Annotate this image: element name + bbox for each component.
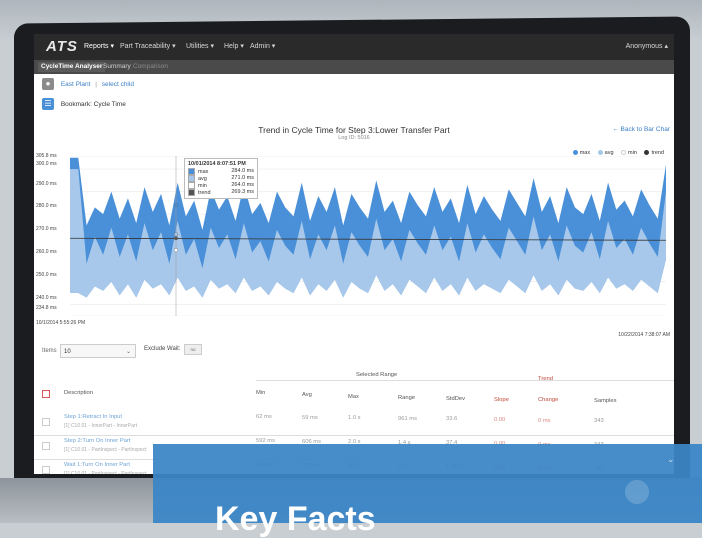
row-sub-description: [1] C10.01 - PartInspect - PartInspect bbox=[64, 471, 147, 474]
tooltip-time: 10/01/2014 8:07:51 PM bbox=[188, 161, 246, 167]
user-icon: ● bbox=[42, 78, 54, 91]
key-facts-title: Key Facts bbox=[215, 500, 376, 538]
header-divider bbox=[256, 380, 674, 381]
header-samples[interactable]: Samples bbox=[594, 398, 617, 404]
select-all-checkbox[interactable] bbox=[42, 390, 50, 398]
user-menu[interactable]: Anonymous ▴ bbox=[626, 42, 668, 50]
cell-std: 33.6 bbox=[446, 416, 458, 423]
header-min[interactable]: Min bbox=[256, 390, 265, 396]
app-screen: ATS Reports ▾ Part Traceability ▾ Utilit… bbox=[34, 34, 674, 474]
header-stddev[interactable]: StdDev bbox=[446, 396, 465, 402]
breadcrumb-plant[interactable]: East Plant bbox=[61, 81, 91, 88]
tab-summary[interactable]: Summary bbox=[100, 62, 134, 72]
breadcrumb-select-child[interactable]: select child bbox=[102, 81, 134, 88]
row-sub-description: [1] C10.01 - InnerPart - InnerPart bbox=[64, 423, 138, 429]
hover-point-avg bbox=[173, 232, 178, 237]
items-label: Items bbox=[42, 348, 57, 354]
tooltip-series-value: 271.0 ms bbox=[231, 175, 254, 181]
tooltip-series-value: 264.0 ms bbox=[231, 182, 254, 188]
header-slope[interactable]: Slope bbox=[494, 397, 509, 403]
tooltip-series-value: 269.3 ms bbox=[231, 189, 254, 195]
tab-comparison[interactable]: Comparison bbox=[130, 62, 171, 72]
y-tick-label: 290.0 ms bbox=[36, 181, 57, 187]
back-to-bar-chart-link[interactable]: ← Back to Bar Char bbox=[612, 126, 670, 133]
bookmark-row: ☰ Bookmark: Cycle Time bbox=[42, 98, 126, 112]
row-sub-description: [1] C10.01 - PartInspect - PartInspect bbox=[64, 447, 147, 453]
header-description[interactable]: Description bbox=[64, 390, 93, 396]
cycle-time-chart[interactable] bbox=[70, 156, 666, 316]
row-checkbox[interactable] bbox=[42, 418, 50, 426]
cell-avg: 59 ms bbox=[302, 414, 318, 421]
row-description[interactable]: Step 1:Retract In Input bbox=[64, 414, 122, 420]
decorative-circle bbox=[625, 480, 649, 504]
items-select[interactable]: 10 ⌄ bbox=[60, 344, 136, 358]
y-tick-label: 300.0 ms bbox=[36, 161, 57, 167]
chart-tooltip: 10/01/2014 8:07:51 PM max 284.0 ms avg 271.… bbox=[184, 158, 258, 199]
header-max[interactable]: Max bbox=[348, 394, 359, 400]
chart-title: Trend in Cycle Time for Step 3:Lower Tra… bbox=[258, 125, 450, 135]
bookmark-icon: ☰ bbox=[42, 98, 54, 111]
chevron-down-icon: ⌄ bbox=[125, 349, 131, 355]
breadcrumb-separator: | bbox=[95, 81, 97, 88]
table-row[interactable]: Step 1:Retract In Input [1] C10.01 - Inne… bbox=[34, 414, 674, 436]
exclude-wait-label: Exclude Wait: bbox=[144, 346, 181, 352]
cell-slope: 0.00 bbox=[494, 417, 506, 423]
tab-cycletime-analyser[interactable]: CycleTime Analyser bbox=[38, 62, 106, 72]
nav-part-traceability[interactable]: Part Traceability ▾ bbox=[120, 42, 176, 50]
group-header-trend: Trend bbox=[538, 376, 553, 382]
table-controls: Items 10 ⌄ Exclude Wait: no bbox=[34, 338, 674, 368]
hover-point-trend bbox=[173, 236, 178, 241]
row-divider bbox=[34, 435, 674, 436]
header-avg[interactable]: Avg bbox=[302, 392, 312, 398]
row-checkbox[interactable] bbox=[42, 442, 50, 450]
y-tick-label: 240.0 ms bbox=[36, 295, 57, 301]
nav-admin[interactable]: Admin ▾ bbox=[250, 42, 275, 50]
top-navbar: ATS Reports ▾ Part Traceability ▾ Utilit… bbox=[34, 34, 674, 60]
y-tick-label: 280.0 ms bbox=[36, 203, 57, 209]
tooltip-row-trend: trend 269.3 ms bbox=[188, 189, 254, 196]
tooltip-series-value: 284.0 ms bbox=[231, 168, 254, 174]
nav-help[interactable]: Help ▾ bbox=[224, 42, 244, 50]
header-range[interactable]: Range bbox=[398, 395, 415, 401]
nav-utilities[interactable]: Utilities ▾ bbox=[186, 42, 214, 50]
y-tick-label: 270.0 ms bbox=[36, 226, 57, 232]
cell-max: 1.0 s bbox=[348, 415, 361, 422]
breadcrumb: ● East Plant | select child bbox=[42, 78, 134, 92]
bookmark-label[interactable]: Bookmark: Cycle Time bbox=[61, 101, 126, 108]
row-description[interactable]: Wait 1:Turn On Inner Part bbox=[64, 462, 130, 468]
y-tick-label: 234.8 ms bbox=[36, 305, 57, 311]
group-header-selected-range: Selected Range bbox=[356, 372, 398, 378]
y-tick-label: 305.8 ms bbox=[36, 153, 57, 159]
y-tick-label: 260.0 ms bbox=[36, 249, 57, 255]
sub-tabs: CycleTime Analyser Summary Comparison bbox=[34, 60, 674, 74]
cell-samples: 343 bbox=[594, 418, 604, 425]
ats-logo[interactable]: ATS bbox=[46, 38, 78, 55]
tooltip-row-max: max 284.0 ms bbox=[188, 168, 254, 175]
cell-range: 961 ms bbox=[398, 415, 418, 422]
items-value: 10 bbox=[64, 349, 71, 355]
exclude-wait-toggle[interactable]: no bbox=[184, 344, 202, 355]
cell-change: 0 ms bbox=[538, 417, 551, 424]
chevron-down-icon: ⌄ bbox=[667, 454, 675, 464]
tooltip-row-min: min 264.0 ms bbox=[188, 182, 254, 189]
tooltip-series-name: trend bbox=[198, 189, 211, 196]
x-axis-start-date: 10/1/2014 5:55:26 PM bbox=[36, 320, 86, 326]
chart-subtitle: Log ID: 5016 bbox=[338, 135, 370, 141]
hover-point-min bbox=[173, 248, 178, 253]
tooltip-row-avg: avg 271.0 ms bbox=[188, 175, 254, 182]
row-description[interactable]: Step 2:Turn On Inner Part bbox=[64, 438, 130, 444]
nav-reports[interactable]: Reports ▾ bbox=[84, 42, 114, 50]
row-checkbox[interactable] bbox=[42, 466, 50, 474]
header-change[interactable]: Change bbox=[538, 397, 558, 403]
y-tick-label: 250.0 ms bbox=[36, 272, 57, 278]
key-facts-banner: ⌄ Key Facts bbox=[153, 444, 702, 536]
cell-min: 62 ms bbox=[256, 414, 272, 420]
hover-point-max bbox=[173, 203, 178, 208]
